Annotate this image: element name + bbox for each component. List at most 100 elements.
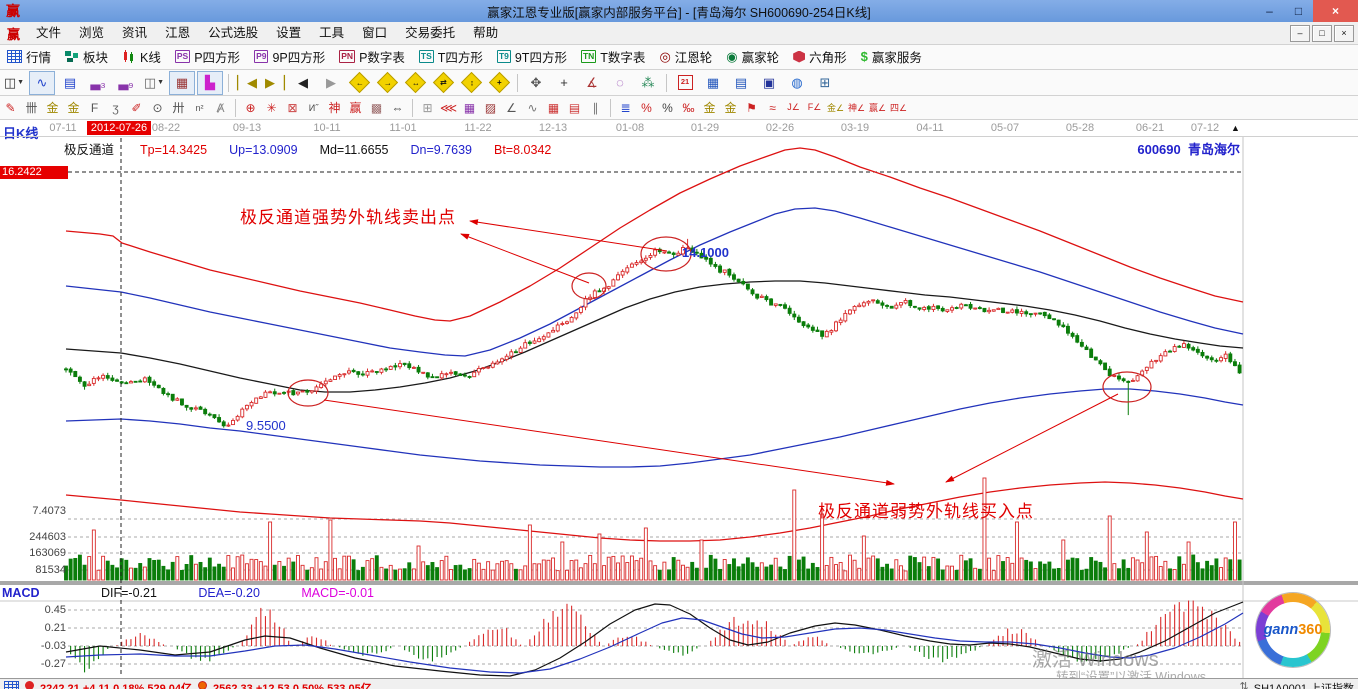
gann-ruler-button[interactable]: 卌 [21,98,42,117]
gold-circle-button[interactable]: 金 [699,98,720,117]
toolbar-button-kline[interactable]: K线 [115,46,168,68]
angle-tool-button[interactable]: ∡ [579,71,605,95]
crosshair-tool-button[interactable]: + [551,71,577,95]
close-button[interactable]: × [1313,0,1358,22]
wave-a-button[interactable]: ≈ [762,98,783,117]
toolbar-button-winner-wheel[interactable]: ◉赢家轮 [719,46,786,68]
chart-style-selector-button[interactable]: ◫▼ [1,71,27,95]
toolbar-button-t-number-table[interactable]: TNT数字表 [574,46,652,68]
scroll-up-icon[interactable]: ▲ [1231,123,1240,133]
toolbar-button-9p-square[interactable]: P99P四方形 [247,46,332,68]
shapes-tool-button[interactable]: ⁂ [635,71,661,95]
child-close-button[interactable]: × [1334,25,1354,42]
menu-item-资讯[interactable]: 资讯 [113,23,156,44]
angle-a-button[interactable]: Ⱥ [210,98,231,117]
dark-grid-button[interactable]: ▨ [480,98,501,117]
gold-bars-button[interactable]: 金 [720,98,741,117]
export-chart-button[interactable]: ◍ [784,71,810,95]
gold-angle-button[interactable]: 金∠ [825,98,846,117]
overlay-curve-button[interactable]: ∿ [29,71,55,95]
si-angle-button[interactable]: 四∠ [888,98,909,117]
gold-divider-button[interactable]: 金 [42,98,63,117]
gann-ruler-2-button[interactable]: 卅 [168,98,189,117]
red-grid-button[interactable]: ▦ [543,98,564,117]
menu-item-工具[interactable]: 工具 [310,23,353,44]
bars-3-button[interactable]: ▃₃ [85,71,111,95]
menu-item-江恩[interactable]: 江恩 [156,23,199,44]
percent-button[interactable]: % [657,98,678,117]
volume-profile-button[interactable]: ▙ [197,71,223,95]
menu-item-交易委托[interactable]: 交易委托 [396,23,464,44]
parallel-lines-button[interactable]: ∥ [585,98,606,117]
toolbar-button-p-number-table[interactable]: PNP数字表 [332,46,412,68]
print-button[interactable]: ⊞ [812,71,838,95]
first-page-button[interactable]: ▏◀ [234,71,260,95]
menu-item-设置[interactable]: 设置 [267,23,310,44]
gann-circle-button[interactable]: ⊕ [240,98,261,117]
pen-red-button[interactable]: ✎ [0,98,21,117]
window-box-button[interactable]: ⊞ [417,98,438,117]
chart-area[interactable]: 日K线 07-112012-07-2608-2209-1310-1111-011… [0,120,1358,678]
percent-drop-button[interactable]: % [636,98,657,117]
gann-box-button[interactable]: ⊠ [282,98,303,117]
ying-angle-button[interactable]: 赢∠ [867,98,888,117]
compress-horizontal-button[interactable]: ⇄ [430,71,456,95]
calculator-button[interactable]: ▦ [700,71,726,95]
expand-vertical-button[interactable]: ↕ [458,71,484,95]
toolbar-button-quotes[interactable]: 行情 [0,46,58,68]
toolbar-button-hexagon[interactable]: 六角形 [786,46,854,68]
time-circle-button[interactable]: ⊙ [147,98,168,117]
region-tool-button[interactable]: ◌ [607,71,633,95]
period-selector-button[interactable]: ◫▼ [141,71,167,95]
speed-fan-button[interactable]: ⋘ [438,98,459,117]
child-minimize-button[interactable]: – [1290,25,1310,42]
menu-item-窗口[interactable]: 窗口 [353,23,396,44]
red-grid-2-button[interactable]: ▤ [564,98,585,117]
shen-tool-button[interactable]: 神 [324,98,345,117]
toolbar-button-winner-service[interactable]: $赢家服务 [854,46,929,68]
notes-button[interactable]: ▤ [728,71,754,95]
fibonacci-ruler-button[interactable]: F [84,98,105,117]
spiral-button[interactable]: ʒ [105,98,126,117]
scale-ticks-button[interactable]: ≣ [615,98,636,117]
bars-9-button[interactable]: ▃₉ [113,71,139,95]
pattern-grid-button[interactable]: ▦ [169,71,195,95]
shift-right-button[interactable]: → [374,71,400,95]
restore-button[interactable]: □ [1284,0,1313,22]
info-panel-button[interactable]: ▤ [57,71,83,95]
expand-all-button[interactable]: + [486,71,512,95]
toolbar-button-9t-square[interactable]: T99T四方形 [490,46,574,68]
menu-item-公式选股[interactable]: 公式选股 [199,23,267,44]
width-arrows-button[interactable]: ⇔ [387,98,408,117]
gold-divider-2-button[interactable]: 金 [63,98,84,117]
n-wave-button[interactable]: И˝ [303,98,324,117]
calendar-button[interactable]: 21 [672,71,698,95]
menu-item-帮助[interactable]: 帮助 [464,23,507,44]
minimize-button[interactable]: – [1255,0,1284,22]
ying-tool-button[interactable]: 赢 [345,98,366,117]
zigzag-wave-button[interactable]: ∿ [522,98,543,117]
indicator-name[interactable]: 极反通道 [64,143,114,157]
menu-item-浏览[interactable]: 浏览 [70,23,113,44]
menu-item-文件[interactable]: 文件 [27,23,70,44]
percent-lines-button[interactable]: ‰ [678,98,699,117]
save-button[interactable]: ▣ [756,71,782,95]
toolbar-button-t-square[interactable]: TST四方形 [412,46,490,68]
purple-grid-button[interactable]: ▦ [459,98,480,117]
step-back-button[interactable]: ◀ [290,71,316,95]
f-angle-button[interactable]: F∠ [804,98,825,117]
last-page-button[interactable]: ▶▕ [262,71,288,95]
toolbar-button-sectors[interactable]: 板块 [58,46,115,68]
shen-angle-button[interactable]: 神∠ [846,98,867,117]
square-of-n-button[interactable]: n² [189,98,210,117]
flag-candle-button[interactable]: ⚑ [741,98,762,117]
trend-angle-button[interactable]: ∠ [501,98,522,117]
step-forward-button[interactable]: ▶ [318,71,344,95]
j-angle-button[interactable]: J∠ [783,98,804,117]
gann-star-button[interactable]: ✳ [261,98,282,117]
dense-grid-button[interactable]: ▩ [366,98,387,117]
macd-label[interactable]: MACD [2,586,40,600]
expand-horizontal-button[interactable]: ↔ [402,71,428,95]
pen-red-2-button[interactable]: ✐ [126,98,147,117]
shift-left-button[interactable]: ← [346,71,372,95]
